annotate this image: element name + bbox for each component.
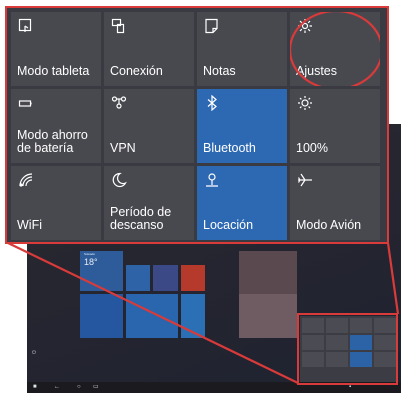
wifi-icon <box>18 172 34 188</box>
tile-connect[interactable]: Conexión <box>104 12 194 86</box>
mini-action-center <box>300 316 398 387</box>
mini-tile[interactable] <box>374 335 396 350</box>
mini-tile[interactable] <box>302 352 324 367</box>
mini-tile[interactable] <box>374 318 396 333</box>
airplane-icon <box>297 172 313 188</box>
windows-start-icon[interactable]: ■ <box>33 384 37 390</box>
tile-bluetooth[interactable]: Bluetooth <box>197 89 287 163</box>
start-tile[interactable] <box>126 294 178 338</box>
taskbar: ■ ← ○ ▭ ▪ <box>27 382 401 393</box>
tile-vpn[interactable]: VPN <box>104 89 194 163</box>
start-tile[interactable] <box>153 265 178 291</box>
tile-label: Conexión <box>110 64 163 78</box>
tile-notes[interactable]: Notas <box>197 12 287 86</box>
power-icon[interactable]: ⏻ <box>32 350 36 356</box>
battery-saver-icon <box>18 95 34 111</box>
start-tile[interactable] <box>181 265 205 291</box>
note-icon <box>204 18 220 34</box>
tile-label: Bluetooth <box>203 141 256 155</box>
mini-tile[interactable] <box>326 352 348 367</box>
location-icon <box>204 172 220 188</box>
tile-label: Modo Avión <box>296 218 362 232</box>
task-view-icon[interactable]: ▭ <box>93 384 99 390</box>
quick-actions-grid: Modo tableta Conexión Notas Ajustes Modo… <box>11 12 380 240</box>
tablet-mode-icon <box>18 18 34 34</box>
tile-wifi[interactable]: WiFi <box>11 166 101 240</box>
start-tile[interactable] <box>80 294 123 338</box>
brightness-icon <box>297 95 313 111</box>
back-icon[interactable]: ← <box>54 384 60 390</box>
tile-label: 100% <box>296 141 328 155</box>
tile-quiet-hours[interactable]: Período de descanso <box>104 166 194 240</box>
tile-label: VPN <box>110 141 136 155</box>
weather-tile[interactable]: Soleado 18° <box>80 251 123 291</box>
tile-label: Modo tableta <box>17 64 90 78</box>
bluetooth-icon <box>204 95 220 111</box>
search-icon[interactable]: ○ <box>77 384 81 390</box>
mini-tile[interactable] <box>350 335 372 350</box>
mini-tile[interactable] <box>350 352 372 367</box>
moon-icon <box>111 172 127 188</box>
tile-label: Modo ahorro de batería <box>17 128 88 155</box>
notification-icon[interactable]: ▪ <box>349 384 351 390</box>
settings-highlight-circle <box>290 12 380 86</box>
start-tile[interactable] <box>239 294 297 338</box>
tile-location[interactable]: Locación <box>197 166 287 240</box>
connect-icon <box>111 18 127 34</box>
mini-tile[interactable] <box>326 318 348 333</box>
tile-settings[interactable]: Ajustes <box>290 12 380 86</box>
mini-tile[interactable] <box>302 318 324 333</box>
start-tile[interactable] <box>181 294 205 338</box>
mini-tile[interactable] <box>350 318 372 333</box>
start-tile[interactable] <box>126 265 150 291</box>
tile-label: Notas <box>203 64 236 78</box>
mini-tile[interactable] <box>326 335 348 350</box>
tile-label: WiFi <box>17 218 42 232</box>
tile-tablet-mode[interactable]: Modo tableta <box>11 12 101 86</box>
mini-tile[interactable] <box>302 335 324 350</box>
tile-battery-saver[interactable]: Modo ahorro de batería <box>11 89 101 163</box>
tile-airplane-mode[interactable]: Modo Avión <box>290 166 380 240</box>
mini-tile[interactable] <box>374 352 396 367</box>
action-center-panel: Modo tableta Conexión Notas Ajustes Modo… <box>5 6 389 244</box>
tile-label: Período de descanso <box>110 205 172 232</box>
tile-label: Locación <box>203 218 254 232</box>
tile-brightness[interactable]: 100% <box>290 89 380 163</box>
vpn-icon <box>111 95 127 111</box>
